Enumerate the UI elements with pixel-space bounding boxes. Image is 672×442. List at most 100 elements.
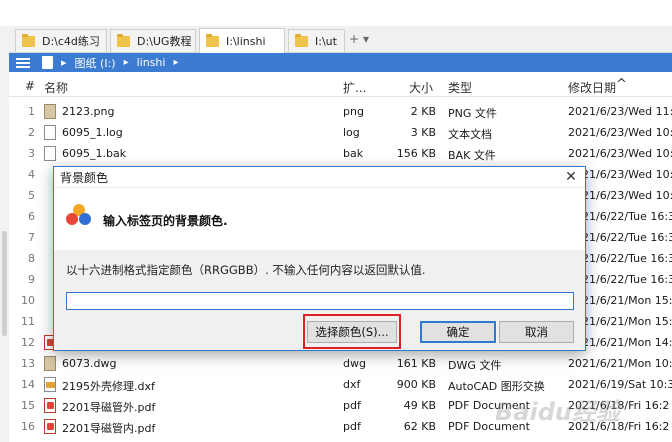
address-bar[interactable]: ▸ 图纸 (I:) ▸ linshi ▸ xyxy=(9,53,672,72)
column-date[interactable]: 修改日期 xyxy=(568,79,616,96)
new-tab-button[interactable]: + xyxy=(349,32,359,46)
text-file-icon xyxy=(44,125,56,140)
file-size: 49 KB xyxy=(403,399,436,412)
file-size: 900 KB xyxy=(396,378,436,391)
file-date: 2021/6/23/Wed 10:2 xyxy=(568,147,672,160)
file-ext: dxf xyxy=(343,378,361,391)
tab-list-dropdown-icon[interactable]: ▾ xyxy=(363,32,369,46)
color-palette-icon xyxy=(66,204,92,228)
row-num: 6 xyxy=(28,210,35,223)
highlight-box xyxy=(303,314,401,349)
file-icon xyxy=(44,146,56,161)
file-type: 文本文档 xyxy=(448,128,492,141)
column-type[interactable]: 类型 xyxy=(448,79,472,96)
file-ext: bak xyxy=(343,147,364,160)
tab-label: I:\ut xyxy=(315,34,337,48)
file-size: 161 KB xyxy=(396,357,436,370)
row-num: 16 xyxy=(21,420,35,433)
dialog-prompt: 以十六进制格式指定颜色（RRGGBB）. 不输入任何内容以返回默认值. xyxy=(66,263,426,277)
cad-file-icon xyxy=(44,377,56,392)
tab-ut[interactable]: I:\ut xyxy=(288,29,345,52)
table-row[interactable]: 13 6073.dwg dwg 161 KB DWG 文件 2021/6/21/Mon 1… xyxy=(9,353,672,374)
file-name: 2201导磁管外.pdf xyxy=(62,401,156,414)
color-hex-input[interactable] xyxy=(66,292,574,310)
breadcrumb-drive[interactable]: 图纸 (I:) xyxy=(75,55,116,71)
file-name: 6095_1.log xyxy=(62,126,123,139)
file-size: 2 KB xyxy=(410,105,436,118)
pdf-file-icon xyxy=(44,419,56,434)
column-header: # 名称 扩... 大小 类型 修改日期 ^ xyxy=(9,72,672,97)
file-ext: png xyxy=(343,105,364,118)
scroll-thumb[interactable] xyxy=(2,231,7,336)
hamburger-menu-icon[interactable] xyxy=(16,56,30,70)
folder-icon xyxy=(206,33,219,47)
file-ext: log xyxy=(343,126,360,139)
tab-ug[interactable]: D:\UG教程 xyxy=(110,29,196,52)
row-num: 3 xyxy=(28,147,35,160)
dwg-file-icon xyxy=(44,356,56,371)
file-ext: pdf xyxy=(343,399,361,412)
file-name: 2201导磁管内.pdf xyxy=(62,422,156,435)
file-type: PNG 文件 xyxy=(448,107,497,120)
folder-icon xyxy=(22,33,35,47)
row-num: 4 xyxy=(28,168,35,181)
file-type: BAK 文件 xyxy=(448,149,496,162)
pdf-file-icon xyxy=(44,398,56,413)
file-name: 2123.png xyxy=(62,105,115,118)
breadcrumb-folder[interactable]: linshi xyxy=(137,56,166,69)
ok-button[interactable]: 确定 xyxy=(420,321,496,343)
dialog-title: 背景颜色 xyxy=(60,170,109,185)
folder-icon xyxy=(295,33,308,47)
row-num: 12 xyxy=(21,336,35,349)
row-num: 8 xyxy=(28,252,35,265)
column-num[interactable]: # xyxy=(25,79,35,93)
file-name: 2195外壳修理.dxf xyxy=(62,380,155,393)
tab-label: D:\UG教程 xyxy=(137,35,192,48)
breadcrumb-sep: ▸ xyxy=(61,56,67,69)
dialog-header: 输入标签页的背景颜色. xyxy=(54,188,585,250)
row-num: 14 xyxy=(21,378,35,391)
table-row[interactable]: 2 6095_1.log log 3 KB 文本文档 2021/6/23/Wed 10:2 xyxy=(9,122,672,143)
tab-label: I:\linshi xyxy=(226,34,266,48)
background-color-dialog: 背景颜色 ✕ 输入标签页的背景颜色. 以十六进制格式指定颜色（RRGGBB）. … xyxy=(53,166,586,351)
table-row[interactable]: 1 2123.png png 2 KB PNG 文件 2021/6/23/Wed 11:0 xyxy=(9,101,672,122)
row-num: 1 xyxy=(28,105,35,118)
file-ext: dwg xyxy=(343,357,366,370)
row-num: 10 xyxy=(21,294,35,307)
file-name: 6073.dwg xyxy=(62,357,117,370)
breadcrumb-sep: ▸ xyxy=(173,57,179,68)
row-num: 13 xyxy=(21,357,35,370)
file-name: 6095_1.bak xyxy=(62,147,127,160)
column-ext[interactable]: 扩... xyxy=(343,79,366,96)
close-icon[interactable]: ✕ xyxy=(563,169,579,185)
tab-linshi[interactable]: I:\linshi xyxy=(199,28,285,53)
file-type: DWG 文件 xyxy=(448,359,502,372)
file-date: 2021/6/23/Wed 10:2 xyxy=(568,126,672,139)
column-name[interactable]: 名称 xyxy=(44,79,68,96)
left-gutter xyxy=(0,26,9,442)
row-num: 7 xyxy=(28,231,35,244)
file-size: 156 KB xyxy=(396,147,436,160)
dialog-heading: 输入标签页的背景颜色. xyxy=(103,214,228,228)
tab-c4d[interactable]: D:\c4d练习 xyxy=(15,29,107,52)
row-num: 15 xyxy=(21,399,35,412)
dialog-titlebar[interactable]: 背景颜色 xyxy=(54,167,585,188)
file-date: 2021/6/21/Mon 10:2 xyxy=(568,357,672,370)
breadcrumb-sep: ▸ xyxy=(123,57,129,68)
row-num: 11 xyxy=(21,315,35,328)
tab-bar: D:\c4d练习 D:\UG教程 I:\linshi I:\ut + ▾ xyxy=(9,26,672,53)
cancel-button[interactable]: 取消 xyxy=(499,321,574,343)
file-size: 62 KB xyxy=(403,420,436,433)
top-strip xyxy=(0,0,672,26)
image-file-icon xyxy=(44,104,56,119)
file-date: 2021/6/19/Sat 10:3 xyxy=(568,378,672,391)
folder-icon xyxy=(42,56,53,69)
column-size[interactable]: 大小 xyxy=(409,79,433,96)
dialog-body: 以十六进制格式指定颜色（RRGGBB）. 不输入任何内容以返回默认值. 选择颜色… xyxy=(54,250,585,350)
row-num: 5 xyxy=(28,189,35,202)
sort-up-icon: ^ xyxy=(616,77,627,92)
table-row[interactable]: 3 6095_1.bak bak 156 KB BAK 文件 2021/6/23/Wed … xyxy=(9,143,672,164)
file-size: 3 KB xyxy=(410,126,436,139)
file-ext: pdf xyxy=(343,420,361,433)
row-num: 9 xyxy=(28,273,35,286)
